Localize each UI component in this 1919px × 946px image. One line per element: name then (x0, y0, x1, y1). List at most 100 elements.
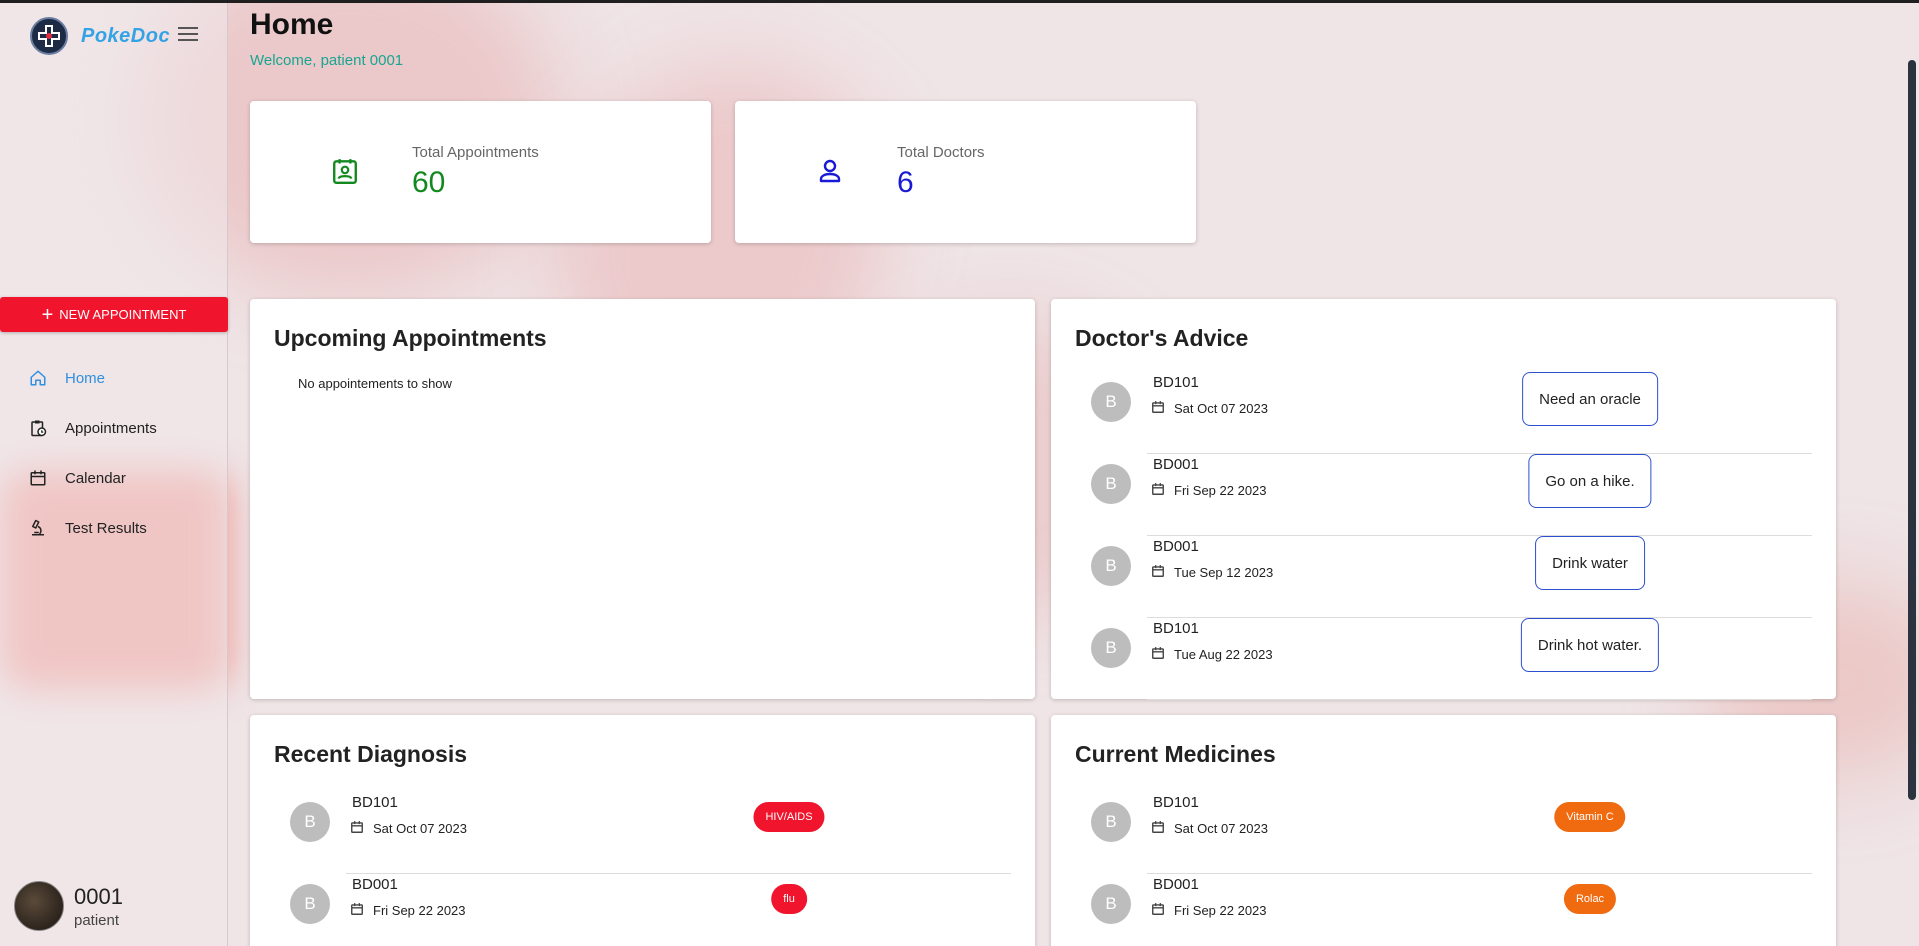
stat-label: Total Appointments (412, 144, 539, 161)
stat-label: Total Doctors (897, 144, 985, 161)
avatar: B (1091, 464, 1131, 504)
calendar-icon (1151, 646, 1167, 662)
list-item[interactable]: B BD101 Tue Aug 22 2023 Drink hot water. (1051, 618, 1836, 700)
contact-card-icon (330, 156, 360, 186)
user-role: patient (74, 911, 120, 929)
window-top-border (0, 0, 1919, 3)
calendar-icon (350, 902, 366, 918)
sidebar-item-label: Test Results (65, 519, 147, 537)
divider (1147, 699, 1812, 700)
calendar-icon (1151, 564, 1167, 580)
user-id: 0001 (74, 883, 123, 909)
stat-value: 6 (897, 166, 914, 199)
doctor-id: BD001 (1153, 538, 1199, 555)
date: Sat Oct 07 2023 (350, 820, 467, 836)
clipboard-clock-icon (28, 418, 48, 438)
panel-title: Upcoming Appointments (274, 325, 547, 351)
list-item[interactable]: B BD001 Fri Sep 22 2023 Go on a hike. (1051, 454, 1836, 536)
date: Tue Sep 12 2023 (1151, 564, 1273, 580)
panel-title: Current Medicines (1075, 741, 1276, 767)
date-text: Fri Sep 22 2023 (1174, 902, 1267, 918)
avatar: B (1091, 546, 1131, 586)
avatar: B (290, 802, 330, 842)
calendar-icon (28, 468, 48, 488)
current-medicines-panel: Current Medicines B BD101 Sat Oct 07 202… (1051, 715, 1836, 946)
avatar: B (1091, 884, 1131, 924)
sidebar: PokeDoc + NEW APPOINTMENT Home Appointme… (0, 3, 228, 946)
page-scrollbar[interactable] (1908, 60, 1916, 800)
avatar: B (1091, 628, 1131, 668)
date: Fri Sep 22 2023 (1151, 482, 1267, 498)
logo[interactable]: PokeDoc (30, 17, 170, 55)
sidebar-item-test-results[interactable]: Test Results (0, 503, 228, 553)
upcoming-appointments-panel: Upcoming Appointments No appointements t… (250, 299, 1035, 699)
doctor-id: BD101 (1153, 620, 1199, 637)
recent-diagnosis-panel: Recent Diagnosis B BD101 Sat Oct 07 2023… (250, 715, 1035, 946)
avatar: B (1091, 802, 1131, 842)
date: Fri Sep 22 2023 (1151, 902, 1267, 918)
sidebar-item-label: Appointments (65, 419, 157, 437)
medical-cross-logo-icon (30, 17, 68, 55)
calendar-icon (350, 820, 366, 836)
list-item[interactable]: B BD101 Sat Oct 07 2023 Need an oracle (1051, 372, 1836, 454)
page-title: Home (250, 8, 334, 41)
date-text: Fri Sep 22 2023 (1174, 482, 1267, 498)
avatar: B (290, 884, 330, 924)
panel-title: Recent Diagnosis (274, 741, 467, 767)
doctor-id: BD101 (1153, 374, 1199, 391)
medicine-chip: Vitamin C (1554, 802, 1626, 832)
advice-text: Drink hot water. (1520, 618, 1660, 672)
date: Tue Aug 22 2023 (1151, 646, 1273, 662)
date: Fri Sep 22 2023 (350, 902, 466, 918)
brand-name: PokeDoc (81, 24, 171, 47)
medicine-chip: Rolac (1563, 884, 1617, 914)
diagnosis-chip: flu (771, 884, 807, 914)
doctor-id: BD001 (352, 876, 398, 893)
advice-text: Need an oracle (1522, 372, 1658, 426)
calendar-icon (1151, 902, 1167, 918)
advice-text: Go on a hike. (1528, 454, 1652, 508)
doctor-id: BD101 (1153, 794, 1199, 811)
date-text: Sat Oct 07 2023 (373, 820, 467, 836)
date-text: Fri Sep 22 2023 (373, 902, 466, 918)
avatar (14, 881, 64, 931)
calendar-icon (1151, 820, 1167, 836)
new-appointment-button[interactable]: + NEW APPOINTMENT (0, 297, 228, 332)
new-appointment-label: NEW APPOINTMENT (59, 307, 187, 322)
empty-state-message: No appointements to show (298, 376, 452, 391)
person-icon (815, 156, 845, 186)
diagnosis-chip: HIV/AIDS (753, 802, 825, 832)
avatar: B (1091, 382, 1131, 422)
date-text: Sat Oct 07 2023 (1174, 400, 1268, 416)
user-profile[interactable]: 0001 patient (14, 881, 123, 931)
stat-value: 60 (412, 166, 446, 199)
sidebar-item-home[interactable]: Home (0, 353, 228, 403)
list-item[interactable]: B BD101 Sat Oct 07 2023 HIV/AIDS (250, 792, 1035, 874)
sidebar-item-appointments[interactable]: Appointments (0, 403, 228, 453)
date: Sat Oct 07 2023 (1151, 400, 1268, 416)
sidebar-nav: Home Appointments Calendar Test Results (0, 353, 228, 553)
hamburger-menu-icon[interactable] (178, 27, 198, 43)
date-text: Sat Oct 07 2023 (1174, 820, 1268, 836)
calendar-icon (1151, 400, 1167, 416)
date-text: Tue Sep 12 2023 (1174, 564, 1274, 580)
stat-card-appointments: Total Appointments 60 (250, 101, 711, 243)
list-item[interactable]: B BD001 Fri Sep 22 2023 Rolac (1051, 874, 1836, 946)
microscope-icon (28, 518, 48, 538)
home-icon (28, 368, 48, 388)
stat-card-doctors: Total Doctors 6 (735, 101, 1196, 243)
date-text: Tue Aug 22 2023 (1174, 646, 1273, 662)
calendar-icon (1151, 482, 1167, 498)
panel-title: Doctor's Advice (1075, 325, 1249, 351)
advice-text: Drink water (1535, 536, 1645, 590)
sidebar-item-calendar[interactable]: Calendar (0, 453, 228, 503)
sidebar-item-label: Home (65, 369, 106, 387)
plus-icon: + (41, 303, 54, 326)
doctors-advice-panel: Doctor's Advice B BD101 Sat Oct 07 2023 … (1051, 299, 1836, 700)
list-item[interactable]: B BD001 Fri Sep 22 2023 flu (250, 874, 1035, 946)
list-item[interactable]: B BD101 Sat Oct 07 2023 Vitamin C (1051, 792, 1836, 874)
welcome-message: Welcome, patient 0001 (250, 52, 404, 69)
list-item[interactable]: B BD001 Tue Sep 12 2023 Drink water (1051, 536, 1836, 618)
doctor-id: BD101 (352, 794, 398, 811)
doctor-id: BD001 (1153, 876, 1199, 893)
